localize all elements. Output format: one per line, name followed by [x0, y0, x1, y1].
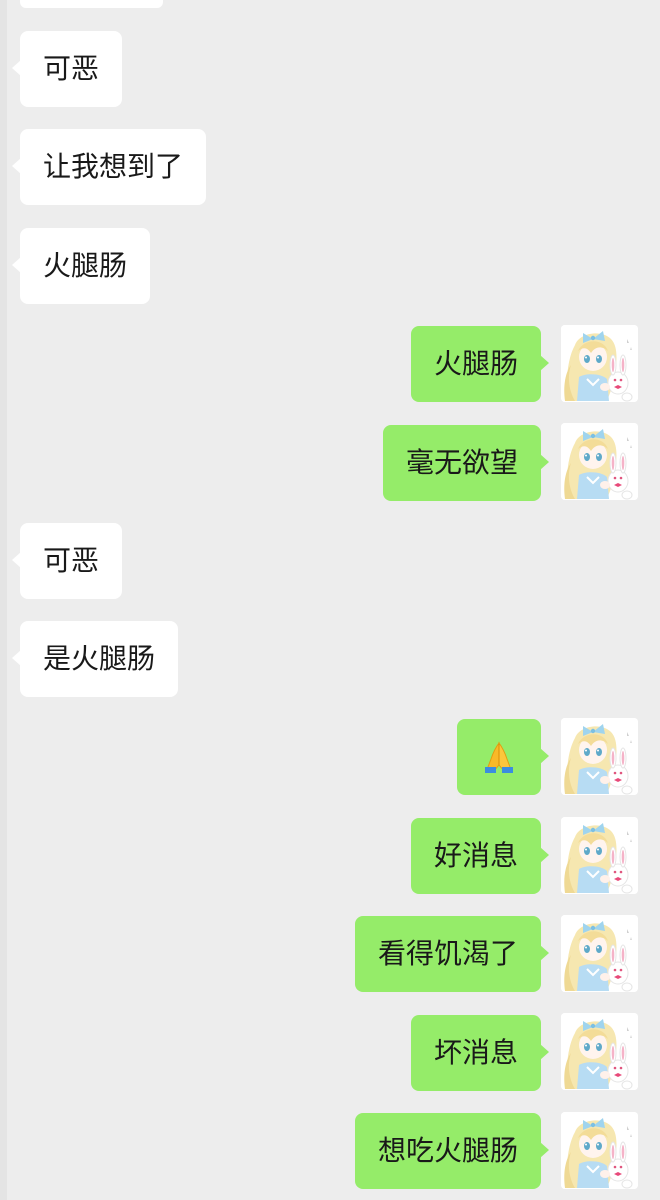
partial-message-bubble[interactable] — [20, 0, 163, 8]
message-text: 可恶 — [43, 52, 100, 85]
message-text: 可恶 — [43, 544, 100, 577]
anime-girl-bunny-avatar-icon — [561, 1013, 638, 1090]
message-bubble-incoming[interactable]: 是火腿肠 — [12, 621, 179, 697]
folded-hands-icon — [480, 719, 518, 795]
left-edge-strip — [0, 0, 7, 1200]
message-bubble-outgoing[interactable]: 坏消息 — [410, 1015, 549, 1091]
user-avatar[interactable] — [561, 915, 638, 992]
message-bubble-incoming[interactable]: 火腿肠 — [12, 228, 151, 304]
user-avatar[interactable] — [561, 718, 638, 795]
bubble-tail — [540, 748, 549, 764]
message-bubble-incoming[interactable]: 可恶 — [12, 523, 123, 599]
bubble-tail — [540, 454, 549, 470]
bubble-tail — [12, 552, 21, 568]
message-text: 是火腿肠 — [43, 642, 156, 675]
bubble-tail — [540, 945, 549, 961]
bubble-tail — [12, 650, 21, 666]
message-text: 坏消息 — [433, 1036, 518, 1069]
message-bubble-outgoing[interactable]: 毫无欲望 — [382, 425, 549, 501]
bubble-tail — [540, 1044, 549, 1060]
anime-girl-bunny-avatar-icon — [561, 325, 638, 402]
anime-girl-bunny-avatar-icon — [561, 817, 638, 894]
message-text: 让我想到了 — [43, 150, 184, 183]
message-text: 火腿肠 — [433, 347, 518, 380]
bubble-tail — [540, 1142, 549, 1158]
message-text: 火腿肠 — [43, 249, 128, 282]
message-bubble-incoming[interactable]: 可恶 — [12, 31, 123, 107]
user-avatar[interactable] — [561, 325, 638, 402]
user-avatar[interactable] — [561, 817, 638, 894]
bubble-tail — [12, 60, 21, 76]
message-text: 好消息 — [433, 839, 518, 872]
anime-girl-bunny-avatar-icon — [561, 915, 638, 992]
anime-girl-bunny-avatar-icon — [561, 423, 638, 500]
message-text: 想吃火腿肠 — [377, 1134, 518, 1167]
anime-girl-bunny-avatar-icon — [561, 1112, 638, 1189]
bubble-tail — [540, 847, 549, 863]
message-bubble-incoming[interactable]: 让我想到了 — [12, 129, 207, 205]
user-avatar[interactable] — [561, 1013, 638, 1090]
user-avatar[interactable] — [561, 1112, 638, 1189]
bubble-tail — [12, 257, 21, 273]
message-bubble-outgoing[interactable]: 好消息 — [410, 818, 549, 894]
message-bubble-outgoing[interactable]: 想吃火腿肠 — [354, 1113, 549, 1189]
message-bubble-outgoing[interactable]: 火腿肠 — [410, 326, 549, 402]
anime-girl-bunny-avatar-icon — [561, 718, 638, 795]
bubble-tail — [12, 158, 21, 174]
message-bubble-outgoing[interactable]: 看得饥渴了 — [354, 916, 549, 992]
user-avatar[interactable] — [561, 423, 638, 500]
message-text: 看得饥渴了 — [377, 937, 518, 970]
bubble-tail — [540, 355, 549, 371]
chat-message-list[interactable]: 可恶 让我想到了 火腿肠 火腿肠 毫无欲望 可恶 是火腿肠 好消息 看得饥渴了 … — [0, 0, 660, 1200]
message-bubble-outgoing[interactable] — [457, 719, 549, 795]
message-text: 毫无欲望 — [405, 446, 518, 479]
